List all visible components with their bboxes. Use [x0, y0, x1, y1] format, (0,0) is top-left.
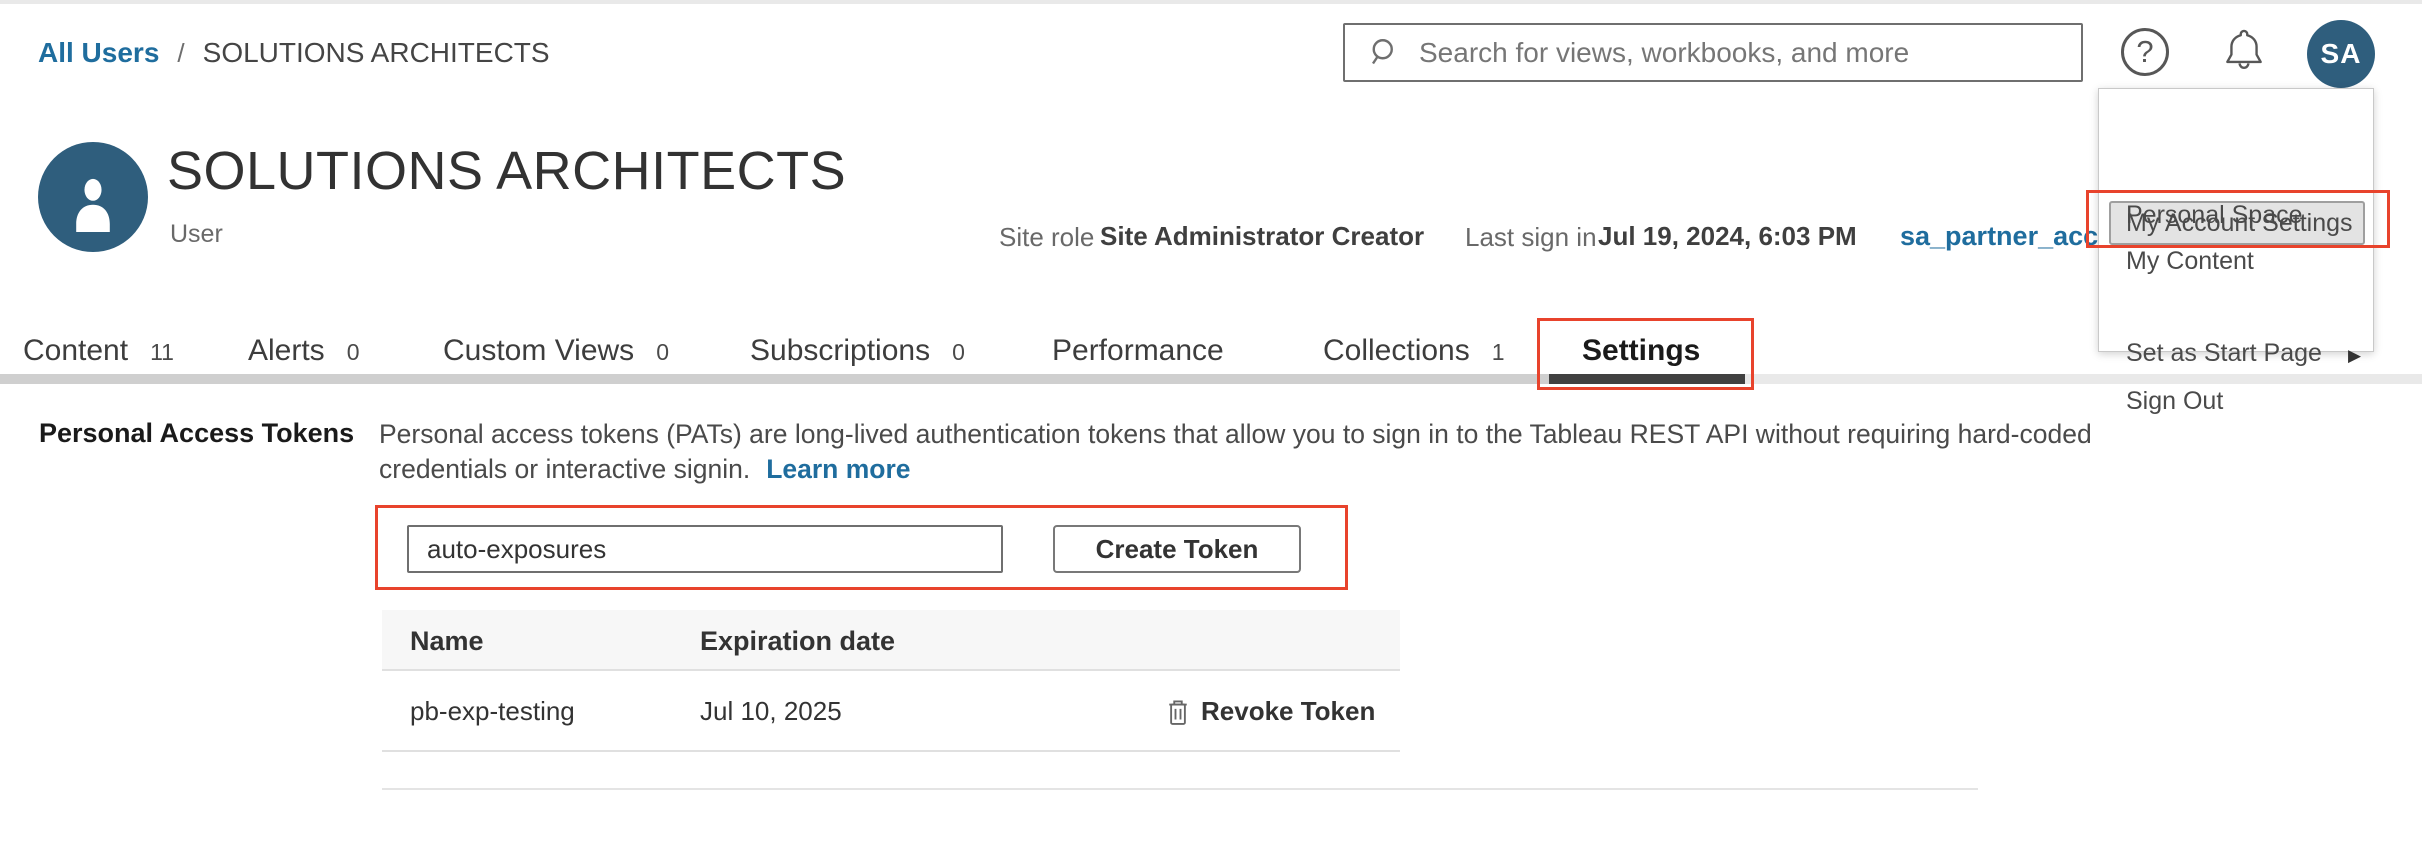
account-menu: Personal Space My Content My Account Set… [2098, 88, 2374, 352]
username-link[interactable]: sa_partner_accou [1900, 221, 2131, 252]
menu-item-my-account-settings[interactable]: My Account Settings [2126, 209, 2353, 238]
tab-performance[interactable]: Performance [1052, 334, 1224, 368]
search-icon [1367, 35, 1403, 71]
tab-alerts[interactable]: Alerts 0 [248, 334, 359, 368]
person-icon [61, 168, 125, 232]
menu-item-set-as-start-page[interactable]: Set as Start Page ▶ [2126, 339, 2361, 368]
tab-label: Collections [1323, 334, 1470, 368]
top-divider [0, 0, 2422, 4]
pat-table: Name Expiration date pb-exp-testing Jul … [382, 610, 1400, 752]
page-title: SOLUTIONS ARCHITECTS [167, 140, 846, 202]
revoke-token-label: Revoke Token [1201, 696, 1375, 727]
tab-label: Custom Views [443, 334, 634, 368]
breadcrumb-all-users-link[interactable]: All Users [38, 37, 159, 69]
tab-bar [0, 374, 1549, 384]
tab-settings[interactable]: Settings [1582, 334, 1700, 368]
search-input[interactable] [1419, 37, 2081, 69]
learn-more-link[interactable]: Learn more [766, 454, 910, 484]
token-name-input[interactable] [407, 525, 1003, 573]
tab-subscriptions[interactable]: Subscriptions 0 [750, 334, 965, 368]
table-row: pb-exp-testing Jul 10, 2025 Revoke Token [382, 671, 1400, 752]
user-type-label: User [170, 220, 223, 249]
section-label-personal-access-tokens: Personal Access Tokens [39, 418, 354, 449]
last-sign-in-value: Jul 19, 2024, 6:03 PM [1598, 221, 1857, 252]
site-role-value: Site Administrator Creator [1100, 221, 1424, 252]
tab-bar-extension [1745, 374, 2422, 384]
search-box[interactable] [1343, 23, 2083, 82]
last-sign-in-label: Last sign in [1465, 222, 1597, 253]
column-header-name: Name [410, 626, 484, 657]
pat-description-text: credentials or interactive signin. [379, 454, 750, 484]
active-tab-indicator [1549, 374, 1745, 384]
tab-label: Alerts [248, 334, 325, 368]
avatar[interactable]: SA [2307, 20, 2375, 88]
menu-item-my-content[interactable]: My Content [2126, 247, 2254, 276]
pat-table-header: Name Expiration date [382, 610, 1400, 671]
pat-description-line1: Personal access tokens (PATs) are long-l… [379, 419, 2092, 450]
tab-label: Subscriptions [750, 334, 930, 368]
tab-label: Settings [1582, 334, 1700, 368]
section-divider [382, 788, 1978, 790]
breadcrumb-separator: / [177, 38, 184, 69]
chevron-right-icon: ▶ [2348, 346, 2361, 365]
revoke-token-button[interactable]: Revoke Token [1165, 696, 1375, 727]
tab-count: 0 [656, 339, 669, 366]
menu-item-sign-out[interactable]: Sign Out [2126, 387, 2223, 416]
bell-icon[interactable] [2218, 24, 2270, 76]
tab-custom-views[interactable]: Custom Views 0 [443, 334, 669, 368]
help-icon[interactable]: ? [2121, 28, 2169, 76]
tab-content[interactable]: Content 11 [23, 334, 174, 368]
tab-label: Content [23, 334, 128, 368]
tab-collections[interactable]: Collections 1 [1323, 334, 1505, 368]
tab-count: 1 [1492, 339, 1505, 366]
trash-icon [1165, 697, 1191, 727]
profile-avatar [38, 142, 148, 252]
menu-item-label: Set as Start Page [2126, 339, 2322, 367]
site-role-label: Site role [999, 222, 1094, 253]
create-token-button[interactable]: Create Token [1053, 525, 1301, 573]
tab-count: 11 [150, 339, 174, 366]
token-expiration-cell: Jul 10, 2025 [700, 696, 842, 727]
breadcrumb-current: SOLUTIONS ARCHITECTS [203, 37, 550, 69]
tab-label: Performance [1052, 334, 1224, 368]
breadcrumb: All Users / SOLUTIONS ARCHITECTS [38, 37, 550, 69]
tab-count: 0 [347, 339, 360, 366]
tableau-user-settings-page: All Users / SOLUTIONS ARCHITECTS ? SA Pe… [0, 0, 2422, 850]
column-header-expiration: Expiration date [700, 626, 895, 657]
tab-count: 0 [952, 339, 965, 366]
token-name-cell: pb-exp-testing [410, 696, 575, 727]
pat-description-line2: credentials or interactive signin. Learn … [379, 454, 911, 485]
